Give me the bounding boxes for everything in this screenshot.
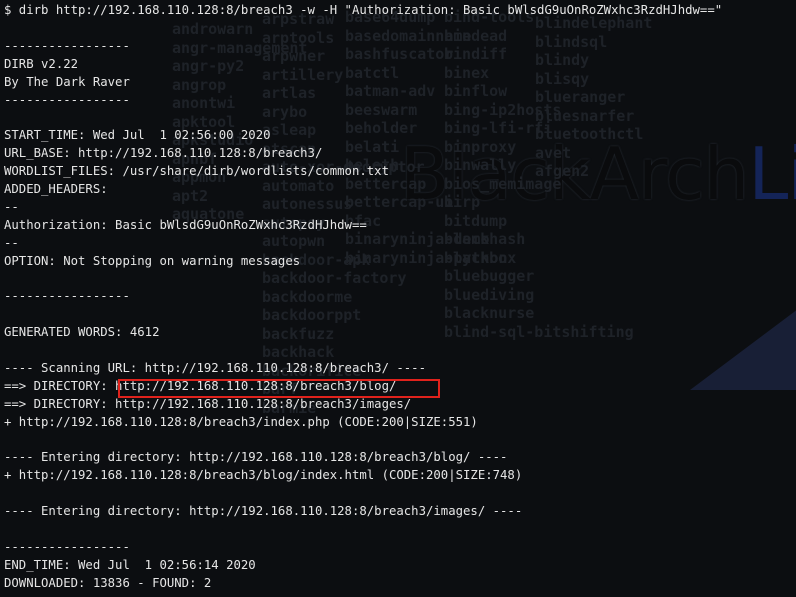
output-line: END_TIME: Wed Jul 1 02:56:14 2020 (4, 557, 256, 572)
output-line: ----------------- (4, 539, 130, 554)
output-line: ---- Entering directory: http://192.168.… (4, 504, 523, 519)
output-line: + http://192.168.110.128:8/breach3/blog/… (4, 468, 523, 483)
output-line: -- (4, 235, 19, 250)
output-line: GENERATED WORDS: 4612 (4, 325, 160, 340)
output-line: ----------------- (4, 92, 130, 107)
terminal-output: $ dirb http://192.168.110.128:8/breach3 … (4, 0, 794, 593)
output-line: + http://192.168.110.128:8/breach3/index… (4, 414, 478, 429)
output-line: Authorization: Basic bWlsdG9uOnRoZWxhc3R… (4, 217, 367, 232)
output-line: WORDLIST_FILES: /usr/share/dirb/wordlist… (4, 164, 389, 179)
output-line: URL_BASE: http://192.168.110.128:8/breac… (4, 146, 323, 161)
output-line: By The Dark Raver (4, 74, 130, 89)
output-line: OPTION: Not Stopping on warning messages (4, 253, 301, 268)
output-line: ----------------- (4, 38, 130, 53)
output-line: DOWNLOADED: 13836 - FOUND: 2 (4, 575, 212, 590)
command-line: $ dirb http://192.168.110.128:8/breach3 … (4, 3, 723, 17)
terminal-window[interactable]: BlackArchLinux androwarnangr-managementa… (0, 0, 796, 597)
output-line: ADDED_HEADERS: (4, 182, 108, 197)
output-line: DIRB v2.22 (4, 56, 79, 71)
output-line: ---- Entering directory: http://192.168.… (4, 450, 508, 465)
directory-line-blog: ==> DIRECTORY: http://192.168.110.128:8/… (4, 378, 397, 393)
output-line: ----------------- (4, 289, 130, 304)
directory-line-images: ==> DIRECTORY: http://192.168.110.128:8/… (4, 396, 412, 411)
output-line: -- (4, 199, 19, 214)
output-line: ---- Scanning URL: http://192.168.110.12… (4, 360, 426, 375)
output-line: START_TIME: Wed Jul 1 02:56:00 2020 (4, 128, 271, 143)
